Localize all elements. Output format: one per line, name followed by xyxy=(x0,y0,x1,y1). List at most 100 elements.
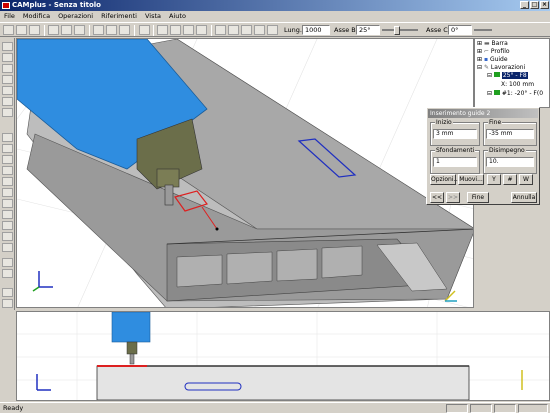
view-side-icon[interactable] xyxy=(267,25,278,35)
next-button[interactable]: >> xyxy=(446,192,460,203)
fine-label: Fine xyxy=(488,119,503,126)
tree-item-x-100[interactable]: X: 100 mm xyxy=(501,81,534,89)
tool-circle-icon[interactable] xyxy=(2,75,13,84)
title-bar: CAMplus - Senza titolo _ □ × xyxy=(0,0,550,11)
close-button[interactable]: × xyxy=(540,1,549,9)
asse-b-input[interactable]: 25° xyxy=(356,25,380,35)
left-toolbar xyxy=(0,38,15,310)
y-button[interactable]: Y xyxy=(487,174,501,185)
tree-item-lavorazioni[interactable]: ⊟ ✎ Lavorazioni xyxy=(477,64,525,72)
tool-bevel-icon[interactable] xyxy=(2,221,13,230)
asse-b-slider-thumb[interactable] xyxy=(394,26,400,35)
menu-operazioni[interactable]: Operazioni xyxy=(54,11,97,22)
tool-tap-icon[interactable] xyxy=(2,210,13,219)
tool-end-icon[interactable] xyxy=(2,243,13,252)
2d-scene xyxy=(17,312,549,400)
w-button[interactable]: W xyxy=(519,174,533,185)
minimize-button[interactable]: _ xyxy=(520,1,529,9)
tool-line-icon[interactable] xyxy=(2,42,13,51)
opzioni-button[interactable]: Opzioni... xyxy=(430,174,459,185)
disimpegno-input[interactable]: 10. xyxy=(486,157,534,167)
app-icon xyxy=(2,2,10,9)
view-front-icon[interactable] xyxy=(254,25,265,35)
help-icon[interactable] xyxy=(119,25,130,35)
zoom-all-icon[interactable] xyxy=(196,25,207,35)
view-layout-icon[interactable] xyxy=(215,25,226,35)
status-text: Ready xyxy=(3,404,24,412)
tool-pocket-icon[interactable] xyxy=(2,155,13,164)
maximize-button[interactable]: □ xyxy=(530,1,539,9)
print-preview-icon[interactable] xyxy=(106,25,117,35)
tool-slot2-icon[interactable] xyxy=(2,188,13,197)
tool-props-icon[interactable] xyxy=(2,269,13,278)
tool-hole-icon[interactable] xyxy=(2,133,13,142)
window-title: CAMplus - Senza titolo xyxy=(12,1,101,9)
tool-guide-icon[interactable] xyxy=(2,53,13,62)
tree-item-1-20[interactable]: ⊟ #1: -20° - F(0 xyxy=(487,90,543,98)
status-panel-4 xyxy=(518,404,548,413)
cut-icon[interactable] xyxy=(48,25,59,35)
axes-2d-icon xyxy=(36,374,51,391)
status-panel-1 xyxy=(446,404,468,413)
paste-icon[interactable] xyxy=(74,25,85,35)
new-file-icon[interactable] xyxy=(3,25,14,35)
tree-item-guide[interactable]: ⊞ ▪ Guide xyxy=(477,56,508,64)
2d-viewport[interactable] xyxy=(16,311,550,401)
view-top-icon[interactable] xyxy=(228,25,239,35)
status-bar: Ready xyxy=(0,402,550,413)
hash-button[interactable]: # xyxy=(503,174,517,185)
tool-pencil-icon[interactable] xyxy=(2,299,13,308)
asse-b-label: Asse B xyxy=(334,26,356,34)
tool-saw-icon[interactable] xyxy=(2,199,13,208)
fine-button[interactable]: Fine xyxy=(467,192,489,203)
tool-measure-icon[interactable] xyxy=(2,288,13,297)
zoom-window-icon[interactable] xyxy=(183,25,194,35)
annulla-button[interactable]: Annulla xyxy=(511,192,537,203)
menu-modifica[interactable]: Modifica xyxy=(19,11,54,22)
zoom-in-icon[interactable] xyxy=(157,25,168,35)
tool-drill-icon[interactable] xyxy=(2,177,13,186)
tree-item-barra[interactable]: ⊞ ▬ Barra xyxy=(477,40,508,48)
tool-angle-icon[interactable] xyxy=(2,108,13,117)
tool-notch-icon[interactable] xyxy=(2,232,13,241)
dialog-title: Inserimento guide 2 xyxy=(428,109,538,118)
project-tree: ⊞ ▬ Barra ⊞ ⌐ Profilo ⊞ ▪ Guide ⊟ ✎ Lavo… xyxy=(474,38,550,108)
asse-c-input[interactable]: 0° xyxy=(448,25,472,35)
status-panel-2 xyxy=(470,404,492,413)
select-arrow-icon[interactable] xyxy=(139,25,150,35)
tree-item-profilo[interactable]: ⊞ ⌐ Profilo xyxy=(477,48,510,56)
open-folder-icon[interactable] xyxy=(16,25,27,35)
lung-input[interactable]: 1000 xyxy=(302,25,330,35)
tool-lock-icon[interactable] xyxy=(2,258,13,267)
print-icon[interactable] xyxy=(93,25,104,35)
spindle-2d xyxy=(111,312,151,365)
menu-file[interactable]: File xyxy=(0,11,19,22)
muovi-button[interactable]: Muovi... xyxy=(458,174,484,185)
asse-b-slider[interactable] xyxy=(382,29,418,31)
asse-c-slider[interactable] xyxy=(474,29,492,31)
prev-button[interactable]: << xyxy=(430,192,444,203)
main-toolbar: Lung. 1000 Asse B 25° Asse C 0° xyxy=(0,22,550,37)
fine-input[interactable]: -35 mm xyxy=(486,129,534,139)
tool-mill-icon[interactable] xyxy=(2,166,13,175)
tool-rect-icon[interactable] xyxy=(2,144,13,153)
inizio-label: Inizio xyxy=(435,119,453,126)
view-iso-icon[interactable] xyxy=(241,25,252,35)
tool-slot-icon[interactable] xyxy=(2,64,13,73)
menu-vista[interactable]: Vista xyxy=(141,11,165,22)
inizio-input[interactable]: 3 mm xyxy=(433,129,477,139)
tool-arc-icon[interactable] xyxy=(2,86,13,95)
inserimento-guide-dialog: Inserimento guide 2 Inizio 3 mm Fine -35… xyxy=(426,107,540,205)
sfondamenti-input[interactable]: 1 xyxy=(433,157,477,167)
tree-item-25-f8[interactable]: ⊟ 25° - F8 xyxy=(487,72,528,80)
save-icon[interactable] xyxy=(29,25,40,35)
tool-cut-icon[interactable] xyxy=(2,97,13,106)
3d-scene xyxy=(17,39,473,307)
copy-icon[interactable] xyxy=(61,25,72,35)
3d-viewport[interactable] xyxy=(16,38,474,308)
axes-3d-icon xyxy=(32,271,53,292)
sfondamenti-label: Sfondamenti xyxy=(435,147,476,154)
menu-aiuto[interactable]: Aiuto xyxy=(165,11,190,22)
menu-riferimenti[interactable]: Riferimenti xyxy=(97,11,141,22)
zoom-out-icon[interactable] xyxy=(170,25,181,35)
